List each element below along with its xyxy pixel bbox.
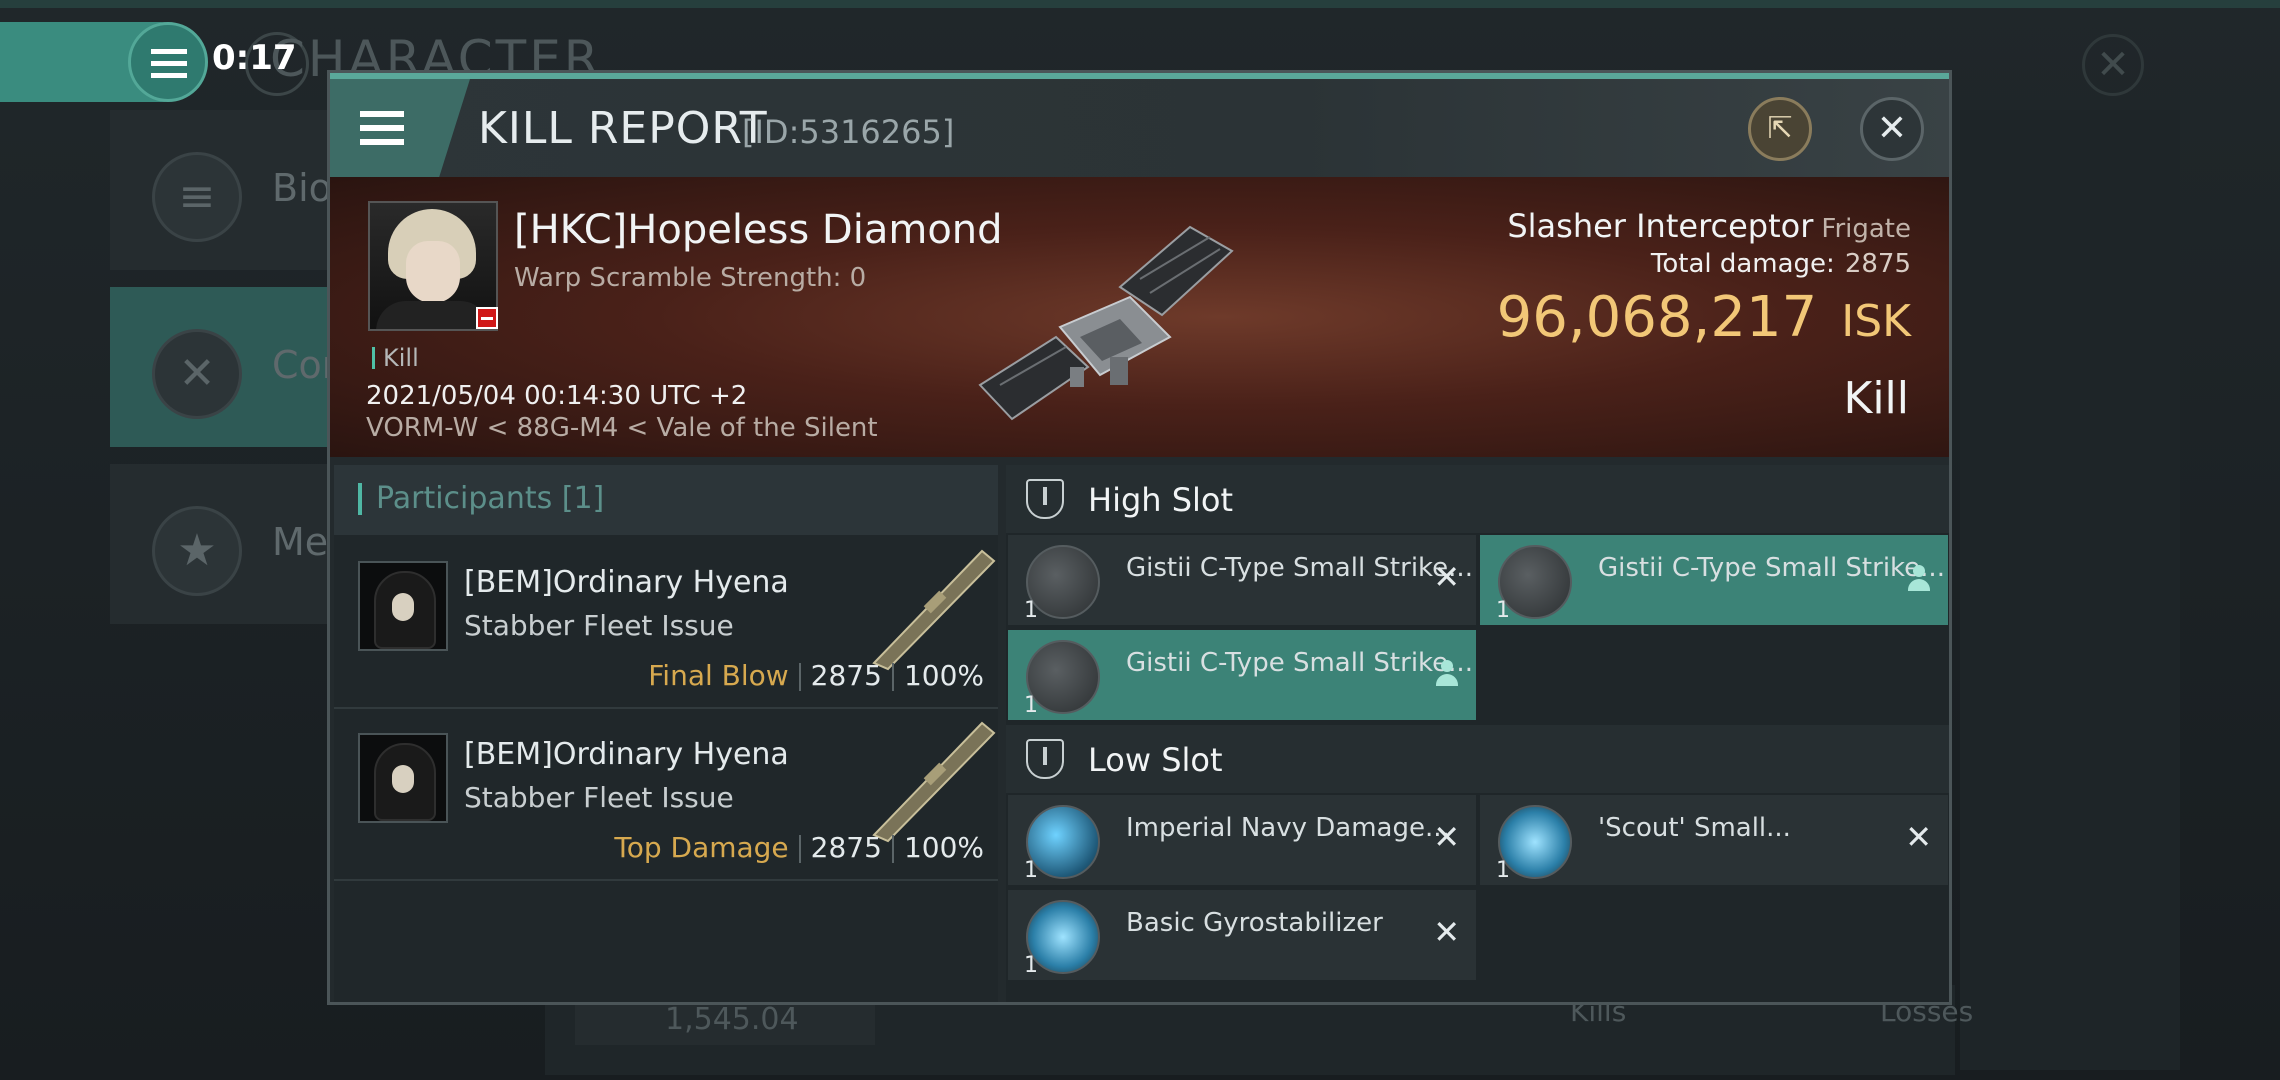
participant-percent: 100% xyxy=(903,659,984,692)
participant-tag: Final Blow xyxy=(648,659,789,692)
total-damage-value: 2875 xyxy=(1844,249,1911,279)
module-quantity: 1 xyxy=(1024,598,1038,623)
isk-value: 96,068,217 xyxy=(1496,285,1818,350)
participants-panel: Participants [1] [BEM]Ordinary Hyena Sta… xyxy=(334,465,998,1002)
participant-stats: Final Blow 2875 100% xyxy=(648,659,984,692)
module-name: Imperial Navy Damage... xyxy=(1126,813,1450,843)
high-slot-icon xyxy=(1026,479,1064,519)
background-close-icon[interactable]: ✕ xyxy=(2082,34,2144,96)
isk-line: 96,068,217 ISK xyxy=(1497,285,1911,350)
participant-damage: 2875 xyxy=(810,831,882,864)
high-slot-label: High Slot xyxy=(1088,481,1234,519)
dialog-title: KILL REPORT xyxy=(478,103,768,154)
next-slot-icon xyxy=(1026,1003,1068,1005)
participant-name: [BEM]Ordinary Hyena xyxy=(464,737,789,772)
module-item[interactable]: 1 Imperial Navy Damage... ✕ xyxy=(1008,795,1476,885)
destroyed-icon: ✕ xyxy=(1433,818,1460,856)
share-button[interactable]: ⇱ xyxy=(1748,97,1812,161)
participant-ship: Stabber Fleet Issue xyxy=(464,609,734,642)
module-name: Gistii C-Type Small Strike... xyxy=(1126,553,1473,583)
participant-tag: Top Damage xyxy=(614,831,789,864)
dropped-icon xyxy=(1434,660,1460,688)
module-quantity: 1 xyxy=(1024,953,1038,978)
high-slot-header: High Slot xyxy=(1006,465,1949,533)
sidebar-item-combat[interactable]: ✕ Com xyxy=(110,287,359,447)
low-slot-label: Low Slot xyxy=(1088,741,1223,779)
module-quantity: 1 xyxy=(1024,858,1038,883)
fitting-panel: High Slot 1 Gistii C-Type Small Strike..… xyxy=(1006,465,1949,1005)
module-name: 'Scout' Small... xyxy=(1598,813,1791,843)
participant-stats: Top Damage 2875 100% xyxy=(614,831,984,864)
kill-report-dialog: KILL REPORT [ID:5316265] ⇱ ✕ [HKC]Hopele… xyxy=(327,70,1952,1005)
participant-avatar xyxy=(358,733,448,823)
ship-class: Frigate xyxy=(1821,214,1911,244)
background-sidebar: ≡ Bio ✕ Com ★ Med xyxy=(100,110,359,624)
module-quantity: 1 xyxy=(1496,858,1510,883)
dialog-header: KILL REPORT [ID:5316265] ⇱ ✕ xyxy=(330,79,1949,177)
close-icon: ✕ xyxy=(1876,108,1908,149)
module-quantity: 1 xyxy=(1496,598,1510,623)
ship-name-line: Slasher Interceptor Frigate xyxy=(1507,207,1911,245)
module-name: Gistii C-Type Small Strike... xyxy=(1126,648,1473,678)
destroyed-icon: ✕ xyxy=(1433,558,1460,596)
star-icon: ★ xyxy=(152,506,242,596)
participant-row[interactable]: [BEM]Ordinary Hyena Stabber Fleet Issue … xyxy=(334,709,998,881)
low-slot-icon xyxy=(1026,739,1064,779)
destroyed-icon: ✕ xyxy=(1433,913,1460,951)
module-name: Basic Gyrostabilizer xyxy=(1126,908,1383,938)
warp-scramble-text: Warp Scramble Strength: 0 xyxy=(514,263,867,293)
total-damage-label: Total damage: xyxy=(1650,249,1835,279)
standing-badge-icon xyxy=(476,307,498,329)
isk-unit: ISK xyxy=(1841,296,1911,347)
close-button[interactable]: ✕ xyxy=(1860,97,1924,161)
low-slot-header: Low Slot xyxy=(1006,725,1949,793)
module-quantity: 1 xyxy=(1024,693,1038,718)
destroyed-icon: ✕ xyxy=(1905,818,1932,856)
module-item[interactable]: 1 Gistii C-Type Small Strike... xyxy=(1480,535,1948,625)
kill-tag: Kill xyxy=(372,346,419,370)
kill-location[interactable]: VORM-W < 88G-M4 < Vale of the Silent xyxy=(366,413,878,443)
victim-banner: [HKC]Hopeless Diamond Warp Scramble Stre… xyxy=(330,177,1949,457)
participant-damage: 2875 xyxy=(810,659,882,692)
participants-header: Participants [1] xyxy=(334,465,998,535)
kill-datetime: 2021/05/04 00:14:30 UTC +2 xyxy=(366,381,748,411)
background-right-panel xyxy=(1960,110,2180,1070)
top-strip xyxy=(0,0,2280,8)
sidebar-item-label: Bio xyxy=(272,166,332,210)
kill-id: [ID:5316265] xyxy=(742,113,955,151)
module-name: Gistii C-Type Small Strike... xyxy=(1598,553,1945,583)
module-item[interactable]: 1 'Scout' Small... ✕ xyxy=(1480,795,1948,885)
sidebar-item-medals[interactable]: ★ Med xyxy=(110,464,352,624)
total-damage-line: Total damage: 2875 xyxy=(1651,249,1911,279)
participant-row[interactable]: [BEM]Ordinary Hyena Stabber Fleet Issue … xyxy=(334,537,998,709)
timer-text: 0:17 xyxy=(212,38,297,78)
weapon-icon xyxy=(872,721,996,843)
menu-icon: ≡ xyxy=(152,152,242,242)
dropped-icon xyxy=(1906,565,1932,593)
share-icon: ⇱ xyxy=(1767,111,1793,146)
result-label: Kill xyxy=(1843,373,1909,424)
participant-name: [BEM]Ordinary Hyena xyxy=(464,565,789,600)
crossed-swords-icon: ✕ xyxy=(152,329,242,419)
participants-title: Participants [1] xyxy=(358,483,604,515)
ship-image xyxy=(978,225,1234,421)
participant-ship: Stabber Fleet Issue xyxy=(464,781,734,814)
sidebar-item-bio[interactable]: ≡ Bio xyxy=(110,110,332,270)
timer-menu-button[interactable] xyxy=(128,22,208,102)
ship-name[interactable]: Slasher Interceptor xyxy=(1507,207,1813,245)
victim-name[interactable]: [HKC]Hopeless Diamond xyxy=(514,207,1003,253)
module-item[interactable]: 1 Basic Gyrostabilizer ✕ xyxy=(1008,890,1476,980)
weapon-icon xyxy=(872,549,996,671)
dialog-menu-button[interactable] xyxy=(330,79,470,177)
module-item[interactable]: 1 Gistii C-Type Small Strike... ✕ xyxy=(1008,535,1476,625)
module-item[interactable]: 1 Gistii C-Type Small Strike... xyxy=(1008,630,1476,720)
participant-percent: 100% xyxy=(903,831,984,864)
participant-avatar xyxy=(358,561,448,651)
